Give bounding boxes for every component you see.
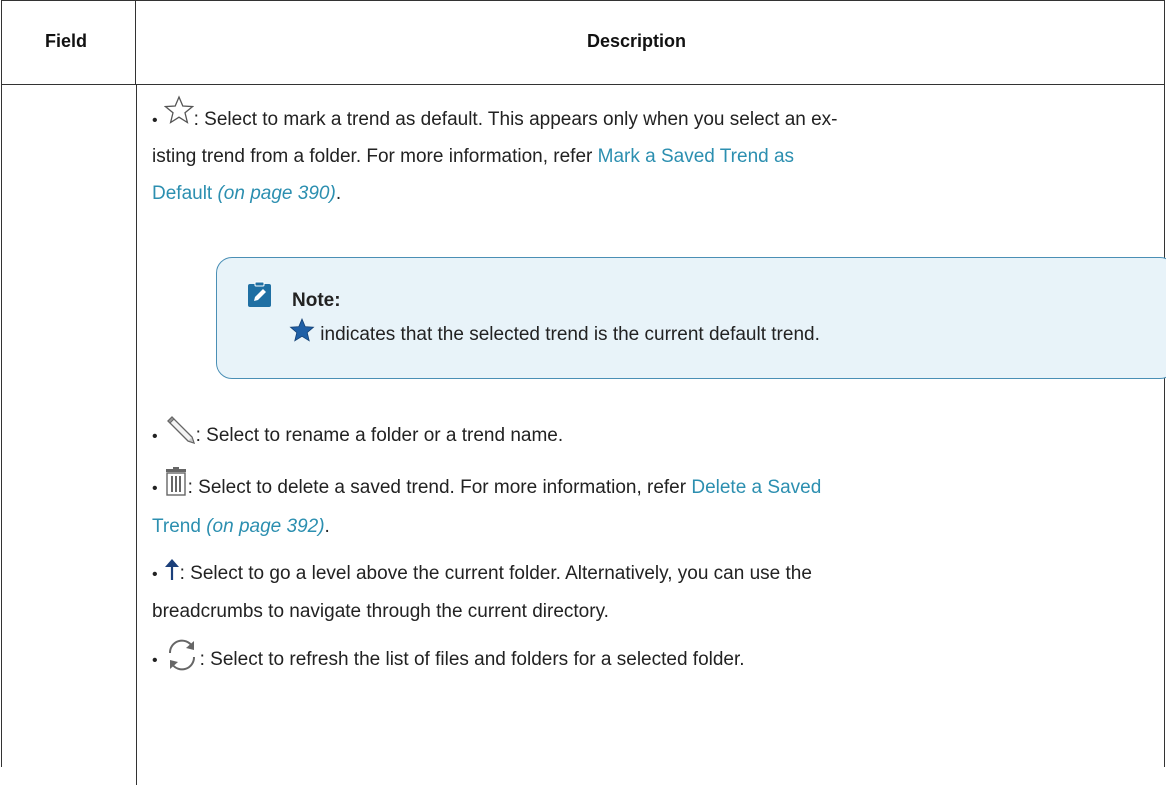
note-title: Note: <box>292 290 341 311</box>
note-box: Note: indicates that the selected trend … <box>216 257 1166 379</box>
page-ref[interactable]: (on page 392) <box>206 516 324 537</box>
note-body: indicates that the selected trend is the… <box>289 316 820 353</box>
item-text: isting trend from a folder. For more inf… <box>152 146 598 167</box>
delete-trend-link[interactable]: Delete a Saved <box>691 477 821 498</box>
list-item-refresh: • : Select to refresh the list of files a… <box>152 637 1152 679</box>
refresh-icon <box>164 637 200 678</box>
page-ref[interactable]: (on page 390) <box>217 183 335 204</box>
period: . <box>324 516 330 537</box>
description-column-header: Description <box>587 31 687 51</box>
bullet: • <box>152 480 158 497</box>
star-outline-icon <box>163 95 194 138</box>
item-text: : Select to go a level above the current… <box>179 563 812 584</box>
item-text: breadcrumbs to navigate through the curr… <box>152 601 609 622</box>
list-item-delete-cont: Trend (on page 392). <box>152 508 1152 545</box>
item-text: : Select to mark a trend as default. Thi… <box>193 109 838 130</box>
bullet: • <box>152 112 158 129</box>
note-text: indicates that the selected trend is the… <box>315 324 820 345</box>
table-header: Field Description <box>2 1 1164 85</box>
bullet: • <box>152 652 158 669</box>
list-item-default: • : Select to mark a trend as default. Th… <box>152 95 1152 139</box>
item-text: : Select to refresh the list of files an… <box>199 649 745 670</box>
mark-default-link[interactable]: Mark a Saved Trend as <box>598 146 794 167</box>
trash-icon <box>164 467 188 506</box>
field-column-header: Field <box>45 31 88 51</box>
arrow-up-icon <box>164 555 180 592</box>
column-divider <box>136 85 137 785</box>
description-table: Field Description • : Select to mark a tr… <box>1 0 1166 785</box>
pencil-icon <box>164 415 196 454</box>
pencil-note-icon <box>246 281 273 321</box>
period: . <box>335 183 342 204</box>
list-item-default-cont: isting trend from a folder. For more inf… <box>152 138 1152 175</box>
list-item-rename: • : Select to rename a folder or a trend … <box>152 415 1152 455</box>
bullet: • <box>152 566 158 583</box>
delete-trend-link-cont[interactable]: Trend <box>152 516 201 537</box>
list-item-up: • : Select to go a level above the curren… <box>152 555 1152 593</box>
list-item-up-cont: breadcrumbs to navigate through the curr… <box>152 593 1152 630</box>
mark-default-link-cont[interactable]: Default <box>152 183 212 204</box>
item-text: : Select to delete a saved trend. For mo… <box>187 477 692 498</box>
star-filled-icon <box>289 317 315 345</box>
list-item-default-cont2: Default (on page 390). <box>152 175 1152 212</box>
bullet: • <box>152 428 158 445</box>
list-item-delete: • : Select to delete a saved trend. For m… <box>152 467 1152 507</box>
item-text: : Select to rename a folder or a trend n… <box>195 425 564 446</box>
